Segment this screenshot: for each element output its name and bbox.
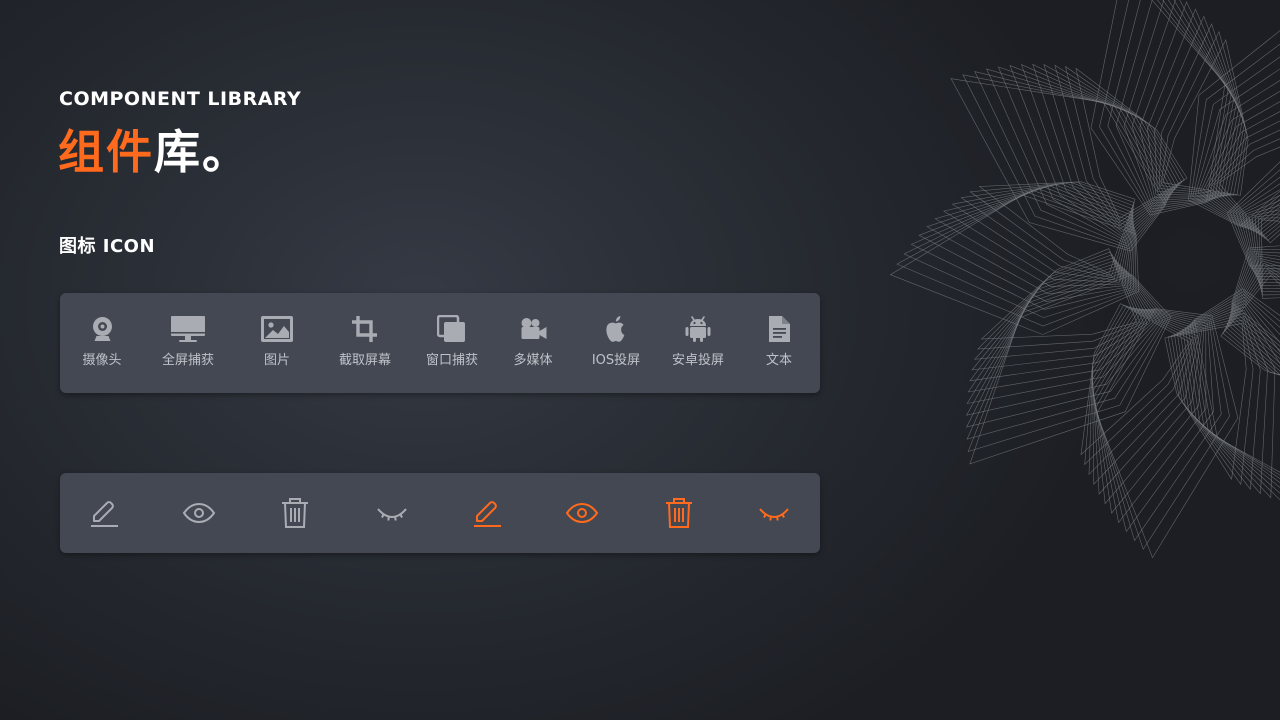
icon-label: 图片 (263, 353, 290, 368)
video-camera-icon (520, 318, 546, 339)
page-title-rest: 库。 (154, 125, 250, 179)
monitor-icon (170, 316, 205, 342)
icon-label: 安卓投屏 (671, 353, 725, 368)
webcam-item[interactable]: 摄像头 (82, 315, 122, 368)
image-item[interactable]: 图片 (260, 315, 294, 368)
view-button[interactable] (182, 496, 216, 530)
image-icon (261, 316, 293, 342)
monitor-item[interactable]: 全屏捕获 (162, 315, 214, 368)
eye-icon (565, 502, 599, 524)
page-title: 组件库。 (58, 122, 250, 182)
icon-label: 截取屏幕 (338, 353, 392, 368)
trash-icon (282, 498, 308, 528)
view-button-active[interactable] (565, 496, 599, 530)
document-icon (768, 316, 790, 342)
icon-label: 窗口捕获 (425, 353, 479, 368)
icon-label: IOS投屏 (591, 353, 641, 368)
page-title-accent: 组件 (58, 125, 154, 179)
android-item[interactable]: 安卓投屏 (672, 315, 724, 368)
wireframe-flower-decoration (889, 0, 1280, 559)
subtitle-en: COMPONENT LIBRARY (59, 88, 302, 110)
apple-icon (606, 316, 625, 342)
section-title: 图标 ICON (59, 236, 156, 257)
delete-button[interactable] (278, 496, 312, 530)
apple-item[interactable]: IOS投屏 (592, 315, 640, 368)
edit-button[interactable] (87, 496, 121, 530)
hide-button-active[interactable] (757, 496, 791, 530)
crop-icon (351, 316, 377, 342)
edit-icon (474, 501, 501, 527)
eye-closed-icon (759, 508, 789, 521)
android-icon (685, 316, 711, 342)
action-icon-panel (60, 473, 820, 553)
icon-label: 摄像头 (82, 353, 122, 368)
icon-label: 文本 (765, 353, 793, 368)
icon-label: 全屏捕获 (161, 353, 215, 368)
video-camera-item[interactable]: 多媒体 (513, 315, 553, 368)
trash-icon (666, 498, 692, 528)
window-icon (436, 315, 465, 342)
edit-button-active[interactable] (470, 496, 504, 530)
hide-button[interactable] (375, 496, 409, 530)
window-item[interactable]: 窗口捕获 (426, 315, 478, 368)
icon-panel: 摄像头 全屏捕获 图片 截取屏幕 窗口捕获 多媒体 IOS投屏 安卓投屏 文本 (60, 293, 820, 393)
delete-button-active[interactable] (662, 496, 696, 530)
crop-item[interactable]: 截取屏幕 (339, 315, 391, 368)
icon-label: 多媒体 (513, 353, 553, 368)
eye-icon (182, 502, 216, 524)
document-item[interactable]: 文本 (766, 315, 792, 368)
webcam-icon (92, 317, 112, 341)
edit-icon (91, 501, 118, 527)
eye-closed-icon (377, 508, 407, 521)
